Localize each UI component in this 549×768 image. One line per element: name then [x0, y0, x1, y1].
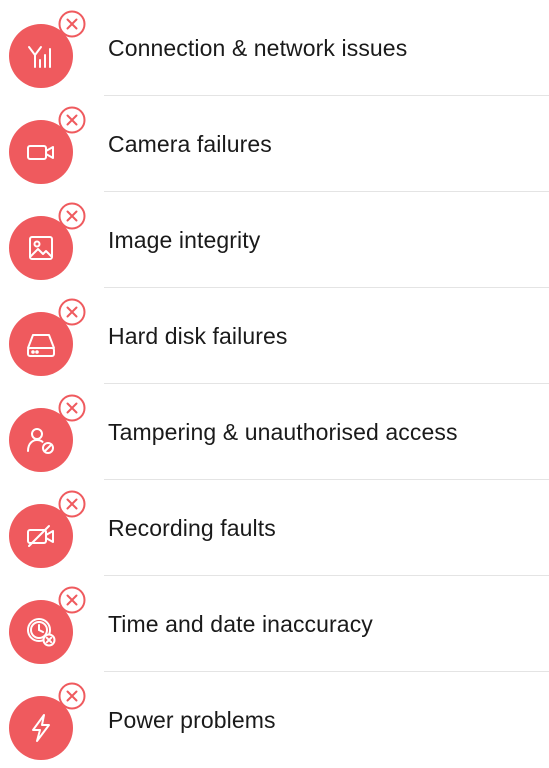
close-icon — [58, 586, 86, 614]
close-icon — [58, 490, 86, 518]
close-icon — [58, 682, 86, 710]
issue-icon-group — [4, 682, 96, 760]
list-item: Tampering & unauthorised access — [0, 384, 549, 480]
list-item: Power problems — [0, 672, 549, 768]
issue-label: Time and date inaccuracy — [108, 611, 373, 637]
issue-icon-group — [4, 106, 96, 184]
issue-label: Connection & network issues — [108, 35, 408, 61]
issue-label: Power problems — [108, 707, 276, 733]
issue-label: Image integrity — [108, 227, 261, 253]
issue-label: Camera failures — [108, 131, 272, 157]
issue-icon-group — [4, 202, 96, 280]
issue-list: Connection & network issues Camera failu… — [0, 0, 549, 760]
close-icon — [58, 106, 86, 134]
issue-icon-group — [4, 298, 96, 376]
list-item: Camera failures — [0, 96, 549, 192]
list-item: Hard disk failures — [0, 288, 549, 384]
list-item: Recording faults — [0, 480, 549, 576]
issue-label: Hard disk failures — [108, 323, 288, 349]
list-item: Connection & network issues — [0, 0, 549, 96]
issue-label: Tampering & unauthorised access — [108, 419, 458, 445]
list-item: Image integrity — [0, 192, 549, 288]
issue-icon-group — [4, 490, 96, 568]
close-icon — [58, 202, 86, 230]
list-item: Time and date inaccuracy — [0, 576, 549, 672]
issue-label: Recording faults — [108, 515, 276, 541]
issue-icon-group — [4, 586, 96, 664]
close-icon — [58, 394, 86, 422]
issue-icon-group — [4, 10, 96, 88]
close-icon — [58, 298, 86, 326]
issue-icon-group — [4, 394, 96, 472]
close-icon — [58, 10, 86, 38]
